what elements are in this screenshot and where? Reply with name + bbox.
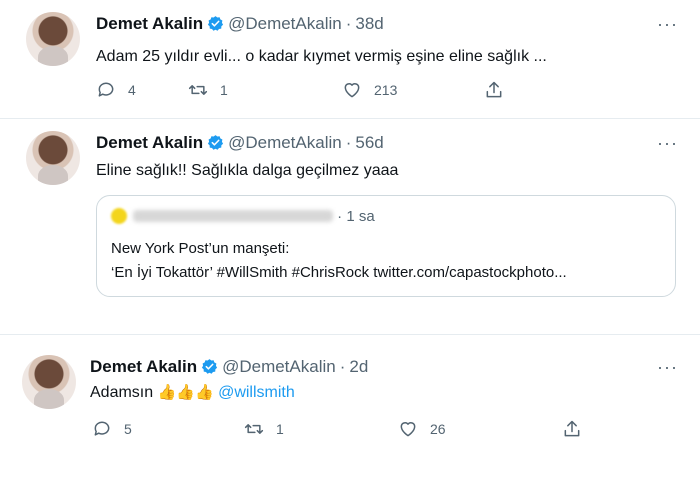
avatar[interactable] [26, 12, 80, 66]
retweet-count: 1 [220, 82, 228, 98]
author-handle[interactable]: @DemetAkalin [222, 357, 336, 376]
reply-count: 4 [128, 82, 136, 98]
share-button[interactable] [562, 419, 594, 439]
tweet-text: Adamsın 👍👍👍 @willsmith [90, 383, 295, 402]
author-handle[interactable]: @DemetAkalin [228, 14, 342, 33]
retweet-button[interactable]: 1 [188, 80, 342, 100]
avatar[interactable] [26, 131, 80, 185]
reply-icon [92, 419, 112, 439]
thumbs-up-emojis: 👍👍👍 [157, 384, 214, 401]
tweet-3[interactable]: Demet Akalin @DemetAkalin · 2d ··· Adamsın … [0, 335, 700, 478]
share-icon [484, 80, 504, 100]
timestamp[interactable]: 38d [355, 14, 383, 33]
tweet-header: Demet Akalin @DemetAkalin · 38d [96, 14, 384, 34]
timestamp[interactable]: 2d [349, 357, 368, 376]
verified-badge-icon [207, 134, 224, 151]
more-icon[interactable]: ··· [657, 133, 678, 154]
quoted-tweet-header: · 1 sa [111, 208, 375, 225]
mention-link[interactable]: @willsmith [218, 384, 295, 401]
quoted-tweet[interactable]: · 1 sa New York Post’un manşeti: ‘En İyi… [96, 195, 676, 297]
like-icon [398, 419, 418, 439]
separator-dot: · [339, 357, 346, 376]
verified-badge-icon [201, 358, 218, 375]
retweet-button[interactable]: 1 [244, 419, 398, 439]
like-button[interactable]: 26 [398, 419, 562, 439]
quoted-timestamp: · 1 sa [337, 208, 375, 225]
quoted-avatar-blurred [111, 208, 127, 224]
tweet-text: Eline sağlık!! Sağlıkla dalga geçilmez y… [96, 162, 399, 179]
more-icon[interactable]: ··· [657, 357, 678, 378]
like-button[interactable]: 213 [342, 80, 484, 100]
tweet-text-prefix: Adamsın [90, 384, 154, 401]
quoted-text-line-1: New York Post’un manşeti: [111, 240, 290, 257]
tweet-actions: 4 1 213 [96, 80, 516, 100]
more-icon[interactable]: ··· [657, 14, 678, 35]
author-name[interactable]: Demet Akalin [96, 14, 203, 33]
share-icon [562, 419, 582, 439]
tweet-actions: 5 1 26 [92, 419, 594, 439]
author-handle[interactable]: @DemetAkalin [228, 133, 342, 152]
retweet-icon [188, 80, 208, 100]
reply-button[interactable]: 4 [96, 80, 188, 100]
verified-badge-icon [207, 15, 224, 32]
reply-button[interactable]: 5 [92, 419, 244, 439]
tweet-header: Demet Akalin @DemetAkalin · 2d [90, 357, 368, 377]
separator-dot: · [345, 133, 352, 152]
like-count: 213 [374, 82, 398, 98]
retweet-count: 1 [276, 421, 284, 437]
tweet-text: Adam 25 yıldır evli... o kadar kıymet ve… [96, 48, 547, 65]
like-count: 26 [430, 421, 446, 437]
avatar[interactable] [22, 355, 76, 409]
tweet-1[interactable]: Demet Akalin @DemetAkalin · 38d ··· Adam 25… [0, 0, 700, 118]
separator-dot: · [345, 14, 352, 33]
like-icon [342, 80, 362, 100]
author-name[interactable]: Demet Akalin [90, 357, 197, 376]
tweet-header: Demet Akalin @DemetAkalin · 56d [96, 133, 384, 153]
reply-icon [96, 80, 116, 100]
quoted-author-blurred [133, 210, 333, 222]
reply-count: 5 [124, 421, 132, 437]
share-button[interactable] [484, 80, 516, 100]
retweet-icon [244, 419, 264, 439]
timestamp[interactable]: 56d [355, 133, 383, 152]
quoted-text-line-2: ‘En İyi Tokattör’ #WillSmith #ChrisRock … [111, 264, 567, 281]
author-name[interactable]: Demet Akalin [96, 133, 203, 152]
